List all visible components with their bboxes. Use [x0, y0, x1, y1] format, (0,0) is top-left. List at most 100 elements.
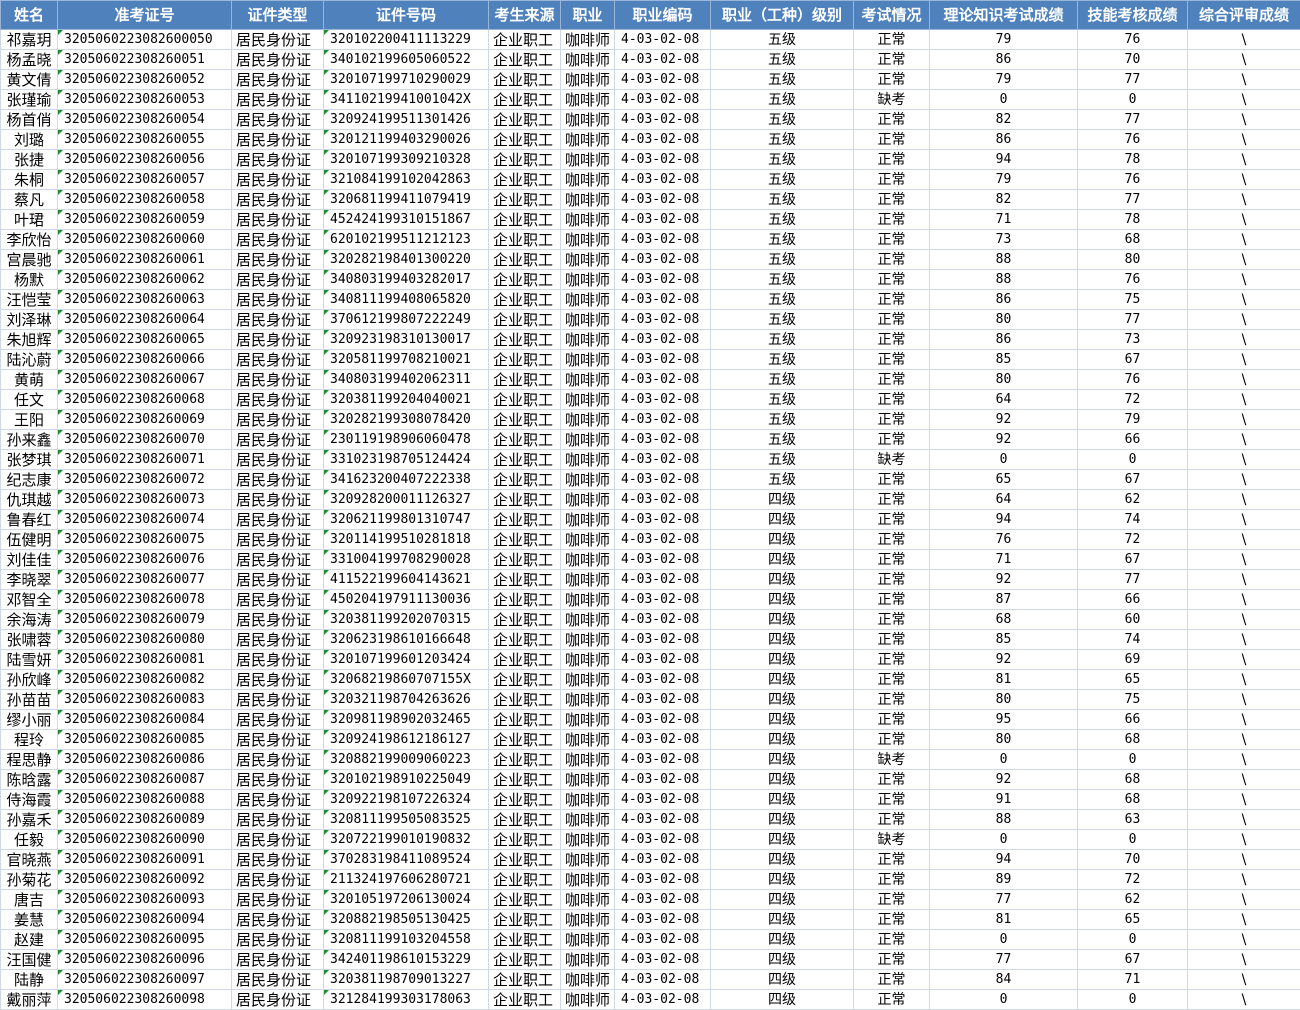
exam-id-cell[interactable]: 320506022308260057	[58, 170, 232, 190]
exam-id-cell[interactable]: 320506022308260086	[58, 750, 232, 770]
theory-score-cell[interactable]: 82	[930, 110, 1078, 130]
id-type-cell[interactable]: 居民身份证	[232, 470, 324, 490]
review-score-cell[interactable]: \	[1188, 230, 1300, 250]
id-number-cell[interactable]: 331004199708290028	[324, 550, 489, 570]
theory-score-cell[interactable]: 89	[930, 870, 1078, 890]
id-number-cell[interactable]: 320924198612186127	[324, 730, 489, 750]
occupation-code-cell[interactable]: 4-03-02-08	[615, 930, 711, 950]
exam-status-cell[interactable]: 正常	[854, 350, 930, 370]
exam-status-cell[interactable]: 正常	[854, 70, 930, 90]
theory-score-cell[interactable]: 92	[930, 570, 1078, 590]
level-cell[interactable]: 五级	[711, 70, 854, 90]
occupation-code-cell[interactable]: 4-03-02-08	[615, 870, 711, 890]
skill-score-cell[interactable]: 66	[1078, 590, 1188, 610]
name-cell[interactable]: 杨首俏	[1, 110, 58, 130]
id-number-cell[interactable]: 370612199807222249	[324, 310, 489, 330]
source-cell[interactable]: 企业职工	[489, 310, 561, 330]
exam-id-cell[interactable]: 320506022308260061	[58, 250, 232, 270]
source-cell[interactable]: 企业职工	[489, 750, 561, 770]
exam-id-cell[interactable]: 320506022308260094	[58, 910, 232, 930]
theory-score-cell[interactable]: 65	[930, 470, 1078, 490]
skill-score-cell[interactable]: 75	[1078, 290, 1188, 310]
review-score-cell[interactable]: \	[1188, 530, 1300, 550]
source-cell[interactable]: 企业职工	[489, 630, 561, 650]
skill-score-cell[interactable]: 77	[1078, 190, 1188, 210]
occupation-cell[interactable]: 咖啡师	[561, 390, 615, 410]
theory-score-cell[interactable]: 79	[930, 170, 1078, 190]
skill-score-cell[interactable]: 0	[1078, 930, 1188, 950]
source-cell[interactable]: 企业职工	[489, 950, 561, 970]
skill-score-cell[interactable]: 66	[1078, 430, 1188, 450]
level-cell[interactable]: 五级	[711, 350, 854, 370]
skill-score-cell[interactable]: 69	[1078, 650, 1188, 670]
occupation-code-cell[interactable]: 4-03-02-08	[615, 790, 711, 810]
theory-score-cell[interactable]: 64	[930, 390, 1078, 410]
name-cell[interactable]: 陆沁蔚	[1, 350, 58, 370]
theory-score-cell[interactable]: 92	[930, 650, 1078, 670]
skill-score-cell[interactable]: 75	[1078, 690, 1188, 710]
review-score-cell[interactable]: \	[1188, 650, 1300, 670]
exam-id-cell[interactable]: 320506022308260056	[58, 150, 232, 170]
id-number-cell[interactable]: 340803199403282017	[324, 270, 489, 290]
source-cell[interactable]: 企业职工	[489, 830, 561, 850]
skill-score-cell[interactable]: 72	[1078, 390, 1188, 410]
id-number-cell[interactable]: 320282199308078420	[324, 410, 489, 430]
review-score-cell[interactable]: \	[1188, 330, 1300, 350]
name-cell[interactable]: 叶珺	[1, 210, 58, 230]
id-type-cell[interactable]: 居民身份证	[232, 890, 324, 910]
id-number-cell[interactable]: 331023198705124424	[324, 450, 489, 470]
exam-id-cell[interactable]: 320506022308260083	[58, 690, 232, 710]
exam-status-cell[interactable]: 正常	[854, 290, 930, 310]
name-cell[interactable]: 张啸蓉	[1, 630, 58, 650]
level-cell[interactable]: 四级	[711, 930, 854, 950]
exam-id-cell[interactable]: 320506022308260093	[58, 890, 232, 910]
name-cell[interactable]: 孙来鑫	[1, 430, 58, 450]
id-type-cell[interactable]: 居民身份证	[232, 550, 324, 570]
exam-status-cell[interactable]: 正常	[854, 170, 930, 190]
exam-status-cell[interactable]: 正常	[854, 670, 930, 690]
source-cell[interactable]: 企业职工	[489, 550, 561, 570]
review-score-cell[interactable]: \	[1188, 990, 1300, 1010]
exam-status-cell[interactable]: 正常	[854, 210, 930, 230]
theory-score-cell[interactable]: 0	[930, 750, 1078, 770]
exam-status-cell[interactable]: 正常	[854, 970, 930, 990]
theory-score-cell[interactable]: 0	[930, 90, 1078, 110]
level-cell[interactable]: 四级	[711, 810, 854, 830]
id-number-cell[interactable]: 320581199708210021	[324, 350, 489, 370]
id-type-cell[interactable]: 居民身份证	[232, 850, 324, 870]
occupation-code-cell[interactable]: 4-03-02-08	[615, 410, 711, 430]
occupation-code-cell[interactable]: 4-03-02-08	[615, 290, 711, 310]
occupation-code-cell[interactable]: 4-03-02-08	[615, 70, 711, 90]
occupation-cell[interactable]: 咖啡师	[561, 930, 615, 950]
review-score-cell[interactable]: \	[1188, 350, 1300, 370]
skill-score-cell[interactable]: 67	[1078, 350, 1188, 370]
skill-score-cell[interactable]: 71	[1078, 970, 1188, 990]
skill-score-cell[interactable]: 70	[1078, 50, 1188, 70]
exam-id-cell[interactable]: 320506022308260084	[58, 710, 232, 730]
name-cell[interactable]: 张捷	[1, 150, 58, 170]
id-number-cell[interactable]: 452424199310151867	[324, 210, 489, 230]
exam-id-cell[interactable]: 3205060223082600050	[58, 30, 232, 50]
id-type-cell[interactable]: 居民身份证	[232, 390, 324, 410]
exam-id-cell[interactable]: 320506022308260066	[58, 350, 232, 370]
exam-id-cell[interactable]: 320506022308260051	[58, 50, 232, 70]
level-cell[interactable]: 四级	[711, 630, 854, 650]
occupation-code-cell[interactable]: 4-03-02-08	[615, 150, 711, 170]
occupation-cell[interactable]: 咖啡师	[561, 630, 615, 650]
id-type-cell[interactable]: 居民身份证	[232, 250, 324, 270]
id-number-cell[interactable]: 230119198906060478	[324, 430, 489, 450]
occupation-code-cell[interactable]: 4-03-02-08	[615, 250, 711, 270]
occupation-code-cell[interactable]: 4-03-02-08	[615, 170, 711, 190]
exam-status-cell[interactable]: 正常	[854, 270, 930, 290]
skill-score-cell[interactable]: 77	[1078, 310, 1188, 330]
level-cell[interactable]: 五级	[711, 390, 854, 410]
review-score-cell[interactable]: \	[1188, 850, 1300, 870]
level-cell[interactable]: 五级	[711, 330, 854, 350]
review-score-cell[interactable]: \	[1188, 610, 1300, 630]
exam-status-cell[interactable]: 正常	[854, 510, 930, 530]
id-type-cell[interactable]: 居民身份证	[232, 730, 324, 750]
source-cell[interactable]: 企业职工	[489, 330, 561, 350]
name-cell[interactable]: 刘璐	[1, 130, 58, 150]
theory-score-cell[interactable]: 80	[930, 310, 1078, 330]
occupation-code-cell[interactable]: 4-03-02-08	[615, 370, 711, 390]
